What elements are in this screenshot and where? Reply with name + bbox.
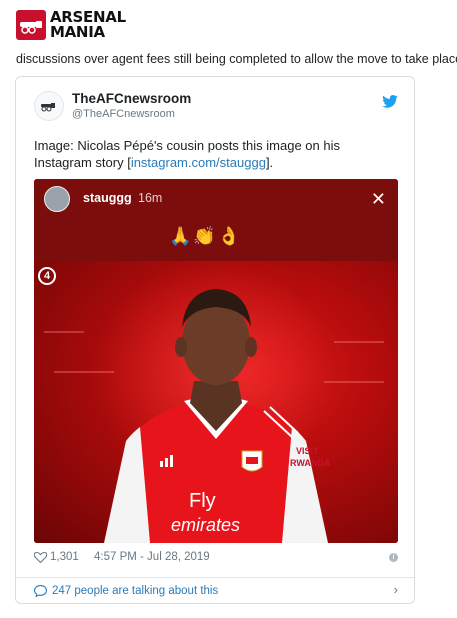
conversation-text[interactable]: 247 people are talking about this [52,585,218,597]
sponsor-line-1: Fly [189,490,216,512]
embedded-tweet[interactable]: TheAFCnewsroom @TheAFCnewsroom Image: Ni… [15,76,415,604]
close-icon: ✕ [370,189,386,209]
like-count: 1,301 [50,551,79,563]
twitter-bird-icon[interactable] [382,95,398,113]
story-username: stauggg [83,191,132,205]
conversation-link[interactable]: 247 people are talking about this › [34,582,398,600]
chevron-right-icon: › [393,582,398,597]
site-name-line2: MANIA [50,23,105,41]
story-badge: 4 [38,267,56,285]
heart-icon [34,551,47,563]
info-icon[interactable]: i [389,553,398,562]
player-photo: Fly emirates VISIT RWANDA [34,261,398,543]
instagram-link[interactable]: instagram.com/stauggg [131,155,266,170]
tweet-text: Image: Nicolas Pépé's cousin posts this … [34,137,399,171]
speech-bubble-icon [34,585,47,597]
like-button[interactable]: 1,301 [34,551,79,563]
tweet-meta: 1,301 4:57 PM - Jul 28, 2019 i [34,551,398,569]
sponsor-line-2: emirates [171,515,240,535]
cannon-icon [16,10,46,40]
tweet-timestamp[interactable]: 4:57 PM - Jul 28, 2019 [94,551,210,563]
story-header: stauggg 16m ✕ 🙏👏👌 [34,179,398,261]
sleeve-text-1: VISIT [296,446,319,456]
tweet-author[interactable]: TheAFCnewsroom @TheAFCnewsroom [72,91,191,121]
story-time: 16m [138,191,163,205]
story-avatar [44,186,70,212]
author-handle[interactable]: @TheAFCnewsroom [72,107,191,121]
tweet-text-end: ]. [265,155,274,170]
story-emojis: 🙏👏👌 [169,226,243,246]
tweet-header: TheAFCnewsroom @TheAFCnewsroom [34,89,398,125]
avatar[interactable] [34,91,64,121]
divider [16,577,414,578]
sleeve-text-2: RWANDA [290,458,331,468]
article-paragraph: discussions over agent fees still being … [16,52,457,66]
site-name: ARSENAL MANIA [50,10,126,40]
tweet-image[interactable]: stauggg 16m ✕ 🙏👏👌 Fly emirates VISIT RWA… [34,179,398,543]
author-name[interactable]: TheAFCnewsroom [72,91,191,107]
site-logo[interactable]: ARSENAL MANIA [16,8,126,42]
